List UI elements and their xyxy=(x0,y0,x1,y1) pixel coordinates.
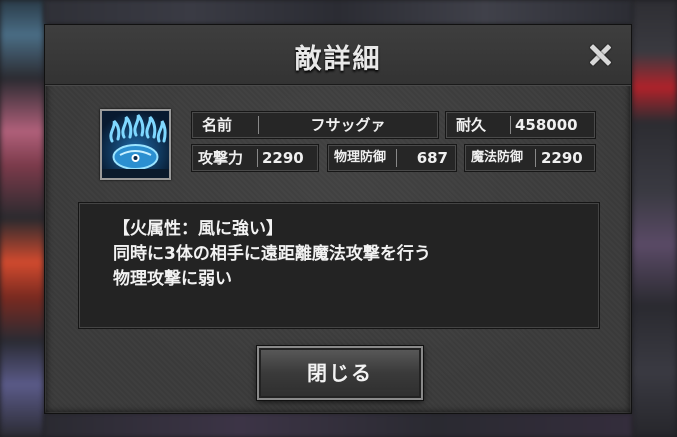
divider xyxy=(257,149,258,167)
backdrop-top-strip xyxy=(44,0,632,24)
attack-value: 2290 xyxy=(262,149,304,167)
magic-def-label: 魔法防御 xyxy=(471,150,524,165)
phys-def-cell: 物理防御 687 xyxy=(327,144,457,172)
durability-cell: 耐久 458000 xyxy=(445,111,596,139)
enemy-portrait xyxy=(100,109,171,180)
dialog-title: 敵詳細 xyxy=(294,44,382,75)
backdrop-right-strip xyxy=(632,0,677,437)
backdrop-bottom-strip xyxy=(44,413,632,437)
divider xyxy=(510,116,511,134)
attack-label: 攻撃力 xyxy=(198,149,244,167)
name-label: 名前 xyxy=(202,116,233,134)
magic-def-cell: 魔法防御 2290 xyxy=(464,144,596,172)
magic-def-value: 2290 xyxy=(541,149,583,167)
close-button[interactable]: 閉じる xyxy=(256,345,424,401)
phys-def-label: 物理防御 xyxy=(334,150,387,165)
name-cell: 名前 フサッグァ xyxy=(191,111,439,139)
close-icon[interactable] xyxy=(587,42,613,68)
dialog-titlebar: 敵詳細 xyxy=(45,25,631,85)
description-line: 物理攻撃に弱い xyxy=(113,269,232,289)
durability-label: 耐久 xyxy=(456,116,487,134)
flame-creature-icon xyxy=(102,111,169,178)
attack-cell: 攻撃力 2290 xyxy=(191,144,319,172)
description-line: 同時に3体の相手に遠距離魔法攻撃を行う xyxy=(113,244,431,264)
enemy-description: 【火属性：風に強い】 同時に3体の相手に遠距離魔法攻撃を行う 物理攻撃に弱い xyxy=(78,202,600,329)
divider xyxy=(535,149,536,167)
durability-value: 458000 xyxy=(515,116,578,134)
divider xyxy=(396,149,397,167)
description-line: 【火属性：風に強い】 xyxy=(113,219,283,239)
enemy-detail-dialog: 敵詳細 名前 フサッグァ 耐久 458000 攻撃力 2290 物理防御 687… xyxy=(44,24,632,414)
phys-def-value: 687 xyxy=(416,149,448,167)
name-value: フサッグァ xyxy=(310,116,386,134)
backdrop-left-strip xyxy=(0,0,44,437)
